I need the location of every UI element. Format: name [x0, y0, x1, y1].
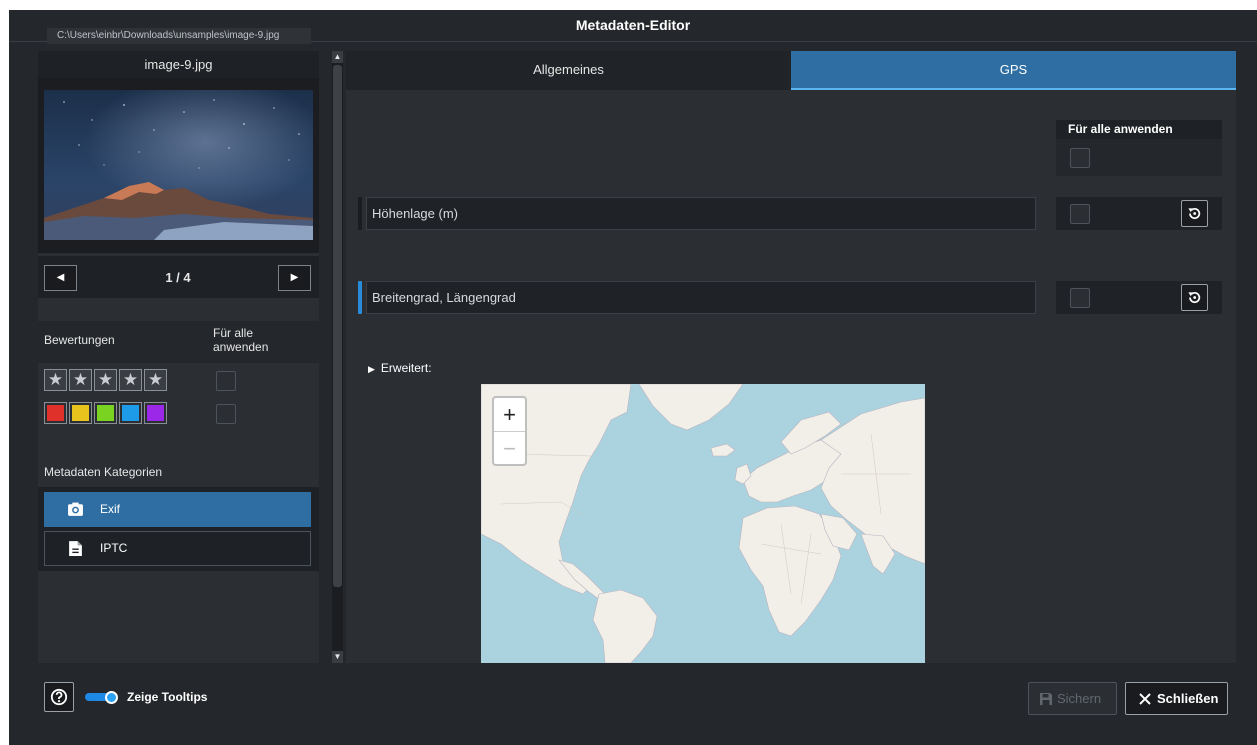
- close-label: Schließen: [1157, 691, 1219, 706]
- apply-all-label: Für alle anwenden: [213, 326, 269, 354]
- close-button[interactable]: Schließen: [1125, 682, 1228, 715]
- tab-allgemeines[interactable]: Allgemeines: [346, 51, 791, 90]
- advanced-toggle[interactable]: ▶ Erweitert:: [368, 361, 432, 375]
- altitude-options: [1056, 197, 1222, 230]
- save-icon: [1040, 693, 1052, 705]
- coordinates-apply-all-checkbox[interactable]: [1070, 288, 1090, 308]
- scroll-thumb[interactable]: [333, 65, 342, 587]
- star-rating: ★ ★ ★ ★ ★: [44, 369, 169, 391]
- zoom-out-button[interactable]: −: [494, 431, 525, 464]
- left-panel: image-9.jpg ◀ 1 / 4 ▶ Bewertungen Für al…: [38, 51, 319, 663]
- save-label: Sichern: [1057, 691, 1102, 706]
- categories-list: Exif IPTC: [38, 487, 319, 571]
- document-icon: [69, 541, 82, 556]
- category-label: Exif: [100, 502, 121, 516]
- scrollbar[interactable]: ▲ ▼: [332, 51, 343, 663]
- tab-bar: Allgemeines GPS: [346, 51, 1236, 90]
- colors-apply-all-checkbox[interactable]: [216, 404, 236, 424]
- ratings-header: Bewertungen Für alle anwenden: [38, 321, 319, 363]
- star-icon[interactable]: ★: [94, 369, 117, 391]
- star-icon[interactable]: ★: [69, 369, 92, 391]
- tab-gps[interactable]: GPS: [791, 51, 1236, 90]
- toggle-knob: [105, 691, 118, 704]
- file-path: C:\Users\einbr\Downloads\unsamples\image…: [47, 28, 311, 44]
- color-label-red[interactable]: [44, 402, 67, 424]
- altitude-input[interactable]: Höhenlage (m): [366, 197, 1036, 230]
- field-marker-active: [358, 281, 362, 314]
- apply-all-header: Für alle anwenden: [1056, 120, 1222, 176]
- tooltip-toggle-label: Zeige Tooltips: [127, 690, 208, 704]
- tooltip-toggle[interactable]: [85, 691, 119, 704]
- color-labels: [44, 402, 169, 424]
- ratings-label: Bewertungen: [44, 333, 115, 347]
- altitude-reset-button[interactable]: [1181, 200, 1208, 227]
- advanced-label: Erweitert:: [380, 361, 432, 375]
- caret-right-icon: ▶: [368, 364, 375, 374]
- main-panel: Allgemeines GPS Für alle anwenden Höhenl…: [346, 51, 1236, 663]
- close-icon: [1139, 693, 1151, 705]
- preview-photo: [44, 90, 313, 240]
- zoom-in-button[interactable]: +: [494, 398, 525, 431]
- scroll-up-button[interactable]: ▲: [332, 51, 343, 63]
- gps-apply-all-checkbox[interactable]: [1070, 148, 1090, 168]
- scroll-down-button[interactable]: ▼: [332, 651, 343, 663]
- altitude-apply-all-checkbox[interactable]: [1070, 204, 1090, 224]
- color-label-blue[interactable]: [119, 402, 142, 424]
- star-icon[interactable]: ★: [119, 369, 142, 391]
- help-icon: [50, 688, 68, 706]
- coordinates-input[interactable]: Breitengrad, Längengrad: [366, 281, 1036, 314]
- save-button[interactable]: Sichern: [1028, 682, 1117, 715]
- star-icon[interactable]: ★: [144, 369, 167, 391]
- color-label-green[interactable]: [94, 402, 117, 424]
- image-preview: [38, 78, 319, 253]
- help-button[interactable]: [44, 682, 74, 712]
- category-iptc[interactable]: IPTC: [44, 531, 311, 566]
- next-image-button[interactable]: ▶: [278, 265, 311, 291]
- map-tiles: [481, 384, 925, 663]
- field-marker: [358, 197, 362, 230]
- image-navigation: ◀ 1 / 4 ▶: [38, 256, 319, 298]
- ratings-apply-all-checkbox[interactable]: [216, 371, 236, 391]
- map-zoom-control: + −: [492, 396, 527, 466]
- reset-icon: [1188, 208, 1201, 220]
- reset-icon: [1188, 292, 1201, 304]
- coordinates-reset-button[interactable]: [1181, 284, 1208, 311]
- color-label-yellow[interactable]: [69, 402, 92, 424]
- category-exif[interactable]: Exif: [44, 492, 311, 527]
- categories-label: Metadaten Kategorien: [44, 465, 163, 479]
- apply-all-label: Für alle anwenden: [1056, 120, 1222, 139]
- previous-image-button[interactable]: ◀: [44, 265, 77, 291]
- world-map[interactable]: + −: [481, 384, 925, 663]
- metadata-editor-window: Metadaten-Editor C:\Users\einbr\Download…: [9, 10, 1257, 745]
- coordinates-options: [1056, 281, 1222, 314]
- color-label-purple[interactable]: [144, 402, 167, 424]
- title-bar: Metadaten-Editor C:\Users\einbr\Download…: [9, 10, 1257, 44]
- camera-icon: [68, 502, 83, 516]
- star-icon[interactable]: ★: [44, 369, 67, 391]
- category-label: IPTC: [100, 541, 128, 555]
- page-indicator: 1 / 4: [165, 270, 191, 285]
- file-name: image-9.jpg: [38, 51, 319, 78]
